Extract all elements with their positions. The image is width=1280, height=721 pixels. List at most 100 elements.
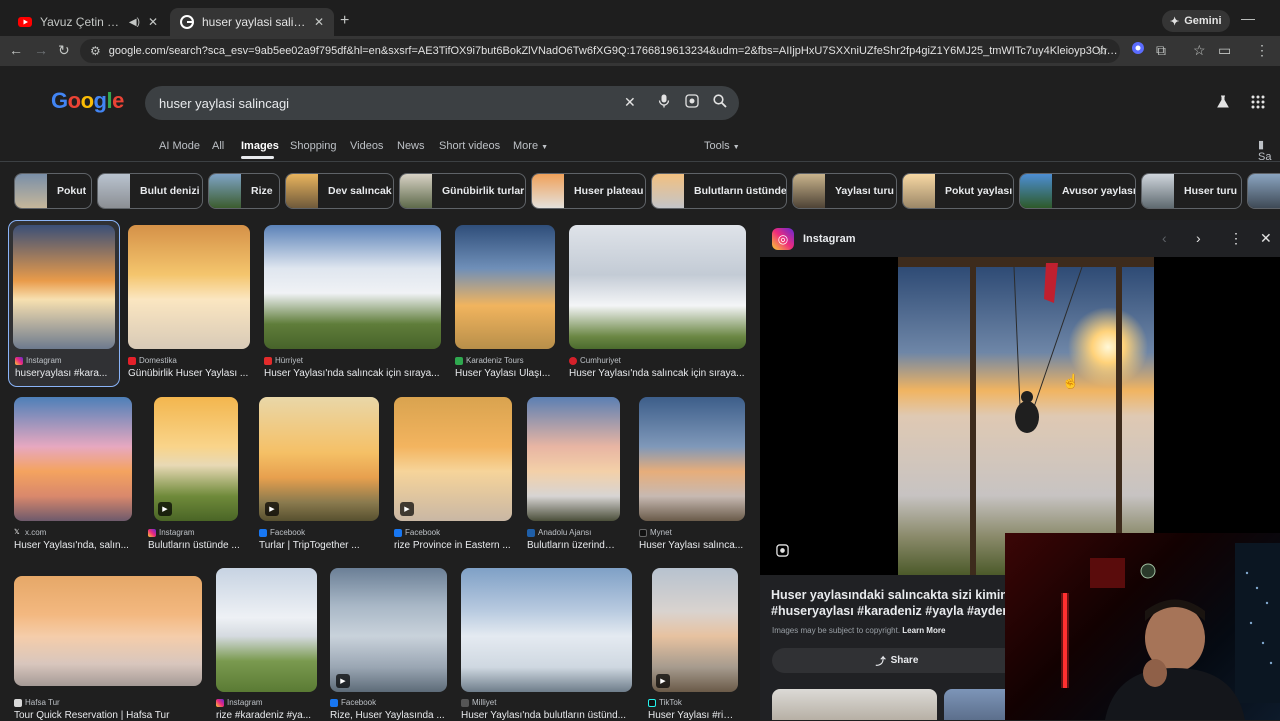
result-card[interactable]: Cumhuriyet Huser Yaylası'nda salıncak iç… xyxy=(569,225,746,385)
labs-flask-icon[interactable] xyxy=(1216,95,1230,112)
extensions-puzzle-icon[interactable]: ⧉ xyxy=(1156,42,1166,59)
preview-caption[interactable]: Huser yaylasındaki salıncakta sizi kimin… xyxy=(771,587,1011,619)
result-card[interactable]: Instagram rize #karadeniz #ya... xyxy=(216,568,317,721)
result-title[interactable]: Bulutların üstünde ... xyxy=(148,540,244,551)
result-image[interactable] xyxy=(461,568,632,692)
result-card[interactable]: ▶ Instagram Bulutların üstünde ... xyxy=(148,397,244,552)
result-source[interactable]: Milliyet xyxy=(461,698,496,707)
forward-icon[interactable]: → xyxy=(34,42,48,58)
chip-bulut-denizi[interactable]: Bulut denizi xyxy=(97,173,203,209)
browser-tab-youtube[interactable]: Yavuz Çetin Yaşamak İsteme ◀) ✕ xyxy=(8,8,168,36)
chip-gunubirlik-turlar[interactable]: Günübirlik turlar xyxy=(399,173,526,209)
instagram-icon[interactable]: ◎ xyxy=(772,228,794,250)
tab-videos[interactable]: Videos xyxy=(350,140,383,152)
result-card[interactable]: Milliyet Huser Yaylası'nda bulutların üs… xyxy=(461,568,632,721)
result-source[interactable]: Cumhuriyet xyxy=(569,356,621,365)
bookmarks-icon[interactable]: ☆ xyxy=(1193,42,1206,59)
result-title[interactable]: Huser Yaylası #rize ... xyxy=(648,710,738,721)
result-title[interactable]: Huser Yaylası'nda salıncak için sıraya..… xyxy=(569,368,746,379)
result-title[interactable]: rize #karadeniz #ya... xyxy=(216,710,317,721)
chip-yaylasi-turu[interactable]: Yaylası turu xyxy=(792,173,897,209)
result-card[interactable]: Hafsa Tur Tour Quick Reservation | Hafsa… xyxy=(14,576,202,721)
preview-source-name[interactable]: Instagram xyxy=(803,233,856,245)
result-title[interactable]: Huser Yaylası'nda bulutların üstünd... xyxy=(461,710,632,721)
new-tab-button[interactable]: + xyxy=(340,12,349,30)
result-image[interactable] xyxy=(14,576,202,686)
search-icon[interactable] xyxy=(713,94,727,111)
reload-icon[interactable]: ↻ xyxy=(58,42,70,59)
result-source[interactable]: 𝕏x.com xyxy=(14,528,46,537)
search-box[interactable]: huser yaylasi salincagi xyxy=(145,86,739,120)
result-source[interactable]: TikTok xyxy=(648,698,682,707)
more-options-icon[interactable]: ⋮ xyxy=(1229,230,1243,247)
result-image[interactable] xyxy=(14,397,132,521)
result-card[interactable]: Domestika Günübirlik Huser Yaylası ... xyxy=(128,225,250,385)
related-image[interactable] xyxy=(772,689,937,720)
result-title[interactable]: Huser Yaylası Ulaşı... xyxy=(455,368,555,379)
result-source[interactable]: Hürriyet xyxy=(264,356,303,365)
result-image[interactable] xyxy=(264,225,441,349)
result-title[interactable]: Huser Yaylası'nda salıncak için sıraya..… xyxy=(264,368,441,379)
chip-huser-turu[interactable]: Huser turu xyxy=(1141,173,1242,209)
voice-search-icon[interactable] xyxy=(658,94,670,111)
result-image[interactable] xyxy=(527,397,620,521)
google-apps-icon[interactable] xyxy=(1251,95,1265,112)
chip-avusor-yaylasi[interactable]: Avusor yaylası xyxy=(1019,173,1136,209)
tab-shopping[interactable]: Shopping xyxy=(290,140,337,152)
gemini-button[interactable]: ✦ Gemini xyxy=(1162,10,1230,32)
result-card[interactable]: Karadeniz Tours Huser Yaylası Ulaşı... xyxy=(455,225,555,385)
result-source[interactable]: Facebook xyxy=(259,528,305,537)
chip-overflow[interactable] xyxy=(1247,173,1280,209)
result-card[interactable]: Mynet Huser Yaylası salınca... xyxy=(639,397,745,552)
result-card[interactable]: ▶ TikTok Huser Yaylası #rize ... xyxy=(648,568,738,721)
result-title[interactable]: Huser Yaylası salınca... xyxy=(639,540,745,551)
result-image[interactable] xyxy=(128,225,250,349)
chip-bulutlarin-ustunde[interactable]: Bulutların üstünde xyxy=(651,173,787,209)
saved-button[interactable]: ▮ Sa xyxy=(1258,138,1280,163)
next-image-icon[interactable]: › xyxy=(1196,230,1201,246)
result-source[interactable]: Facebook xyxy=(330,698,376,707)
extension-vpn-icon[interactable] xyxy=(1131,41,1145,58)
result-title[interactable]: Tour Quick Reservation | Hafsa Tur xyxy=(14,710,202,721)
chip-huser-plateau[interactable]: Huser plateau xyxy=(531,173,646,209)
tab-all[interactable]: All xyxy=(212,140,224,152)
google-logo[interactable]: Google xyxy=(51,88,124,114)
share-button[interactable]: ⤴ Share xyxy=(772,648,1022,673)
result-source[interactable]: Instagram xyxy=(216,698,263,707)
preview-image[interactable] xyxy=(898,257,1154,575)
tab-news[interactable]: News xyxy=(397,140,425,152)
minimize-window-icon[interactable]: — xyxy=(1241,10,1255,26)
result-title[interactable]: Günübirlik Huser Yaylası ... xyxy=(128,368,250,379)
chip-pokut[interactable]: Pokut xyxy=(14,173,92,209)
result-image[interactable] xyxy=(216,568,317,692)
result-source[interactable]: Anadolu Ajansı xyxy=(527,528,591,537)
result-title[interactable]: Rize, Huser Yaylasında ... xyxy=(330,710,447,721)
result-card[interactable]: 𝕏x.com Huser Yaylası'nda, salın... xyxy=(14,397,132,552)
menu-icon[interactable]: ⋮ xyxy=(1255,42,1269,59)
previous-image-icon[interactable]: ‹ xyxy=(1162,230,1167,246)
address-bar[interactable]: ⚙ google.com/search?sca_esv=9ab5ee02a9f7… xyxy=(80,39,1120,63)
result-image[interactable] xyxy=(13,225,115,349)
result-source[interactable]: Domestika xyxy=(128,356,177,365)
result-image[interactable] xyxy=(569,225,746,349)
result-source[interactable]: Hafsa Tur xyxy=(14,698,60,707)
split-view-icon[interactable]: ▭ xyxy=(1218,42,1231,59)
result-title[interactable]: huseryaylası #kara... xyxy=(15,368,113,379)
close-preview-icon[interactable]: ✕ xyxy=(1260,230,1272,247)
chip-dev-salincak[interactable]: Dev salıncak xyxy=(285,173,394,209)
result-title[interactable]: Bulutların üzerindek... xyxy=(527,540,620,551)
browser-tab-google[interactable]: huser yaylasi salincagi - Google ✕ xyxy=(170,8,334,36)
lens-search-icon[interactable] xyxy=(685,94,699,111)
result-source[interactable]: Karadeniz Tours xyxy=(455,356,524,365)
result-source[interactable]: Instagram xyxy=(15,356,62,365)
result-title[interactable]: Huser Yaylası'nda, salın... xyxy=(14,540,132,551)
lens-search-icon[interactable] xyxy=(776,544,789,560)
result-source[interactable]: Mynet xyxy=(639,528,672,537)
close-tab-icon[interactable]: ✕ xyxy=(148,15,158,29)
result-title[interactable]: Turlar | TripTogether ... xyxy=(259,540,379,551)
tab-ai-mode[interactable]: AI Mode xyxy=(159,140,200,152)
tab-more[interactable]: More ▼ xyxy=(513,140,548,152)
search-query[interactable]: huser yaylasi salincagi xyxy=(159,96,289,111)
result-card[interactable]: ▶ Facebook Turlar | TripTogether ... xyxy=(259,397,379,552)
learn-more-link[interactable]: Learn More xyxy=(902,626,945,635)
